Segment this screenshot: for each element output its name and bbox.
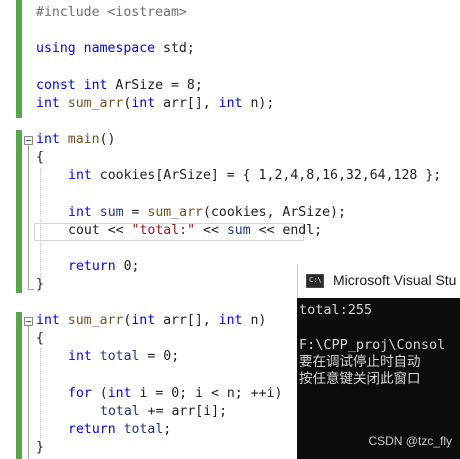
keyword: int: [36, 96, 60, 111]
code-line[interactable]: int sum = sum_arr(cookies, ArSize);: [68, 204, 346, 222]
code-text: cookies[ArSize] = { 1,2,4,8,16,32,64,128…: [91, 168, 442, 183]
fold-guide: [28, 145, 29, 289]
keyword: for: [68, 386, 92, 401]
code-line[interactable]: }: [36, 276, 44, 294]
code-line[interactable]: int total = 0;: [68, 348, 179, 366]
code-line[interactable]: int cookies[ArSize] = { 1,2,4,8,16,32,64…: [68, 167, 441, 185]
function-name: sum_arr: [67, 313, 124, 328]
keyword: const: [36, 78, 76, 93]
collapse-sum-arr-icon[interactable]: [24, 317, 33, 326]
keyword: int: [36, 313, 60, 328]
identifier: total: [91, 349, 140, 364]
console-output-line: 要在调试停止时自动: [299, 354, 421, 370]
indent-guide: [40, 348, 41, 448]
function-name: sum_arr: [67, 96, 124, 111]
keyword: int: [131, 313, 156, 328]
code-text: += arr[i];: [139, 404, 228, 419]
code-text: ArSize = 8;: [107, 78, 203, 93]
code-text: = 0;: [139, 349, 180, 364]
keyword: return: [68, 259, 116, 274]
code-line[interactable]: total += arr[i];: [100, 403, 227, 421]
code-text: =: [123, 205, 148, 220]
console-title-bar[interactable]: Microsoft Visual Stu: [297, 264, 460, 298]
code-line[interactable]: #include <iostream>: [36, 4, 187, 22]
code-line[interactable]: return 0;: [68, 258, 139, 276]
code-text: std;: [155, 41, 195, 56]
code-text: n): [242, 313, 267, 328]
code-text: cout <<: [68, 223, 132, 238]
code-text: 0;: [115, 259, 140, 274]
code-line[interactable]: int main(): [36, 131, 115, 149]
keyword: int: [131, 96, 156, 111]
code-line[interactable]: const int ArSize = 8;: [36, 77, 203, 95]
console-output-line: F:\CPP_proj\Consol: [299, 337, 446, 353]
keyword: int: [36, 132, 60, 147]
console-window[interactable]: Microsoft Visual Stu total:255 F:\CPP_pr…: [297, 264, 460, 459]
code-text: }: [36, 277, 44, 292]
fold-guide-end: [28, 289, 34, 290]
code-text: (cookies, ArSize);: [203, 205, 346, 220]
code-text: (: [91, 386, 108, 401]
function-name: main: [67, 132, 100, 147]
identifier: sum: [91, 205, 124, 220]
code-line[interactable]: using namespace std;: [36, 40, 195, 58]
change-marker: [16, 130, 22, 293]
code-text: i = 0; i < n; ++i): [131, 386, 283, 401]
code-line[interactable]: {: [36, 149, 44, 167]
code-text: arr[],: [155, 313, 219, 328]
string-literal: "total:": [131, 223, 196, 238]
console-output-line: total:255: [299, 302, 373, 318]
change-marker: [16, 0, 22, 118]
code-text: {: [36, 150, 44, 165]
keyword: using namespace: [36, 41, 156, 56]
watermark: CSDN @tzc_fly: [368, 434, 452, 448]
code-text: }: [36, 440, 44, 455]
code-line[interactable]: for (int i = 0; i < n; ++i): [68, 385, 282, 403]
code-line[interactable]: int sum_arr(int arr[], int n): [36, 312, 266, 330]
keyword: int: [68, 205, 92, 220]
console-app-icon: [306, 274, 324, 288]
code-line[interactable]: cout << "total:" << sum << endl;: [68, 222, 322, 240]
code-text: n);: [242, 96, 275, 111]
keyword: int: [218, 96, 243, 111]
code-text: ;: [163, 422, 172, 437]
code-line[interactable]: {: [36, 330, 44, 348]
code-text: << endl;: [250, 223, 323, 238]
identifier: total: [100, 404, 140, 419]
code-line[interactable]: int sum_arr(int arr[], int n);: [36, 95, 274, 113]
preprocessor: #include <iostream>: [36, 5, 187, 20]
keyword: int: [107, 386, 132, 401]
keyword: int: [68, 349, 92, 364]
code-text: arr[],: [155, 96, 219, 111]
code-text: <<: [195, 223, 227, 238]
identifier: sum: [226, 223, 251, 238]
console-title: Microsoft Visual Stu: [333, 272, 457, 288]
fold-guide: [28, 326, 29, 459]
console-output-line: 按任意键关闭此窗口: [299, 371, 421, 387]
code-text: {: [36, 331, 44, 346]
identifier: total: [115, 422, 164, 437]
change-marker: [16, 312, 22, 459]
code-line[interactable]: }: [36, 439, 44, 457]
collapse-main-icon[interactable]: [24, 136, 33, 145]
function-name: sum_arr: [147, 205, 203, 220]
keyword: int: [68, 168, 92, 183]
code-text: (): [99, 132, 116, 147]
keyword: int: [83, 78, 108, 93]
keyword: return: [68, 422, 116, 437]
keyword: int: [218, 313, 243, 328]
code-line[interactable]: return total;: [68, 421, 171, 439]
